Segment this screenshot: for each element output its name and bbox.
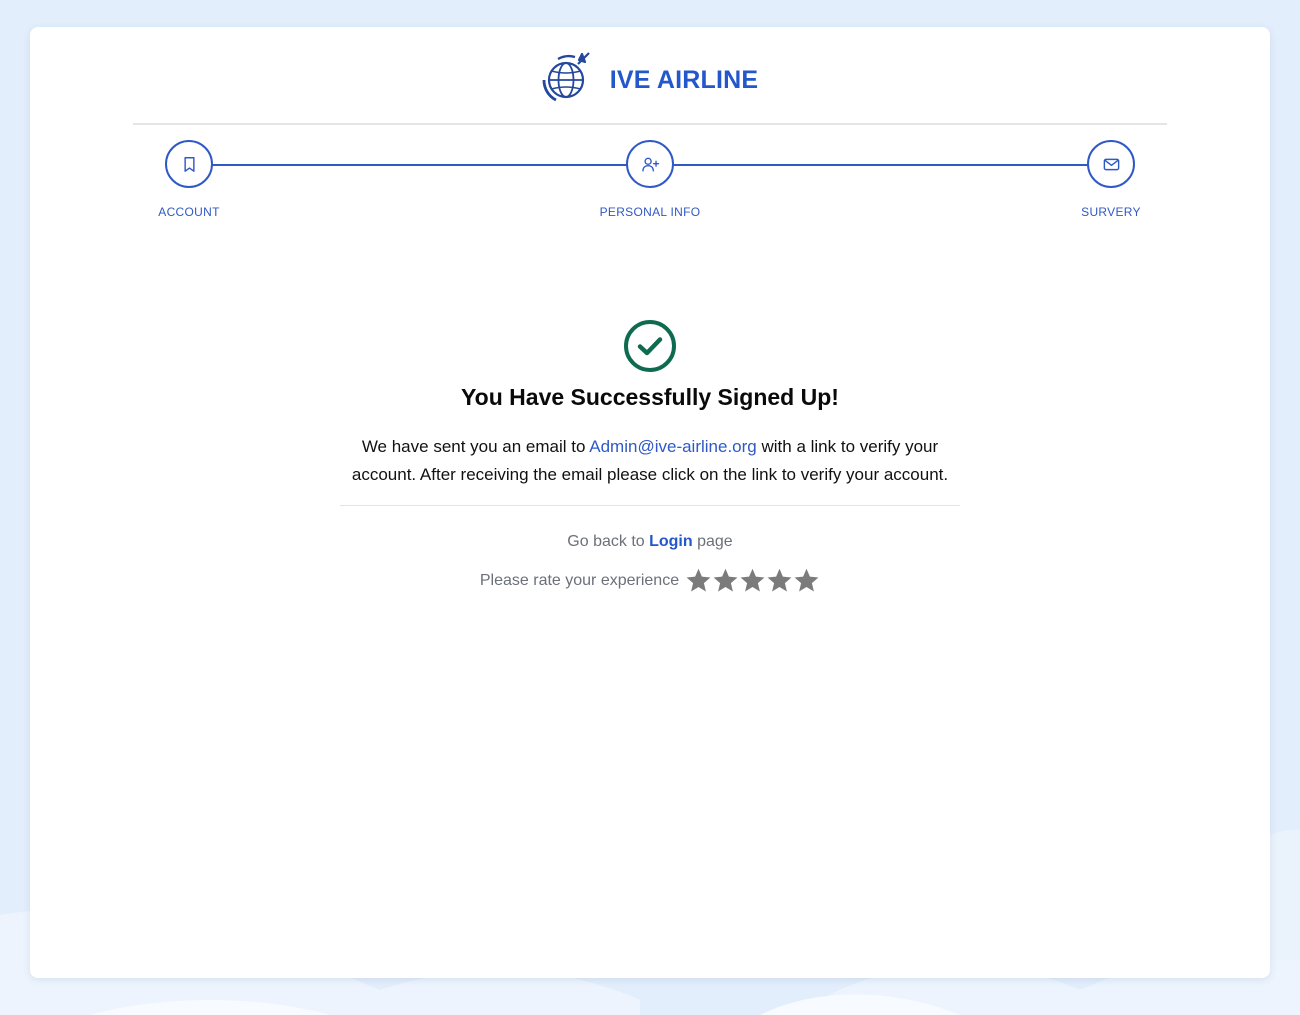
login-link[interactable]: Login [649,533,693,550]
star-icon[interactable] [685,567,712,594]
step-survery-label: SURVERY [1081,205,1141,219]
success-panel: You Have Successfully Signed Up! We have… [340,319,960,594]
star-icon[interactable] [712,567,739,594]
user-plus-icon [641,157,659,172]
login-prefix: Go back to [567,533,645,550]
email-link[interactable]: Admin@ive-airline.org [589,437,757,456]
login-prompt: Go back to Login page [567,533,732,551]
step-account[interactable]: ACCOUNT [109,140,269,219]
globe-with-airplane-icon [542,52,590,102]
step-personal-info[interactable]: PERSONAL INFO [570,140,730,219]
step-account-circle[interactable] [165,140,213,188]
step-survery-circle[interactable] [1087,140,1135,188]
star-icon[interactable] [739,567,766,594]
star-icon[interactable] [766,567,793,594]
step-survery[interactable]: SURVERY [1031,140,1191,219]
step-personal-info-label: PERSONAL INFO [599,205,701,219]
check-circle-icon [624,320,676,372]
verification-message: We have sent you an email to Admin@ive-a… [340,433,960,489]
step-account-label: ACCOUNT [158,205,220,219]
success-title: You Have Successfully Signed Up! [461,384,839,410]
brand-name: IVE AIRLINE [609,65,759,94]
brand-header: IVE AIRLINE [30,49,1270,105]
star-rating [685,567,820,594]
signup-card: IVE AIRLINE ACCOUNT PERSONAL INFO SURVER… [30,27,1270,978]
bookmark-icon [183,156,195,172]
step-personal-info-circle[interactable] [626,140,674,188]
rating-row: Please rate your experience [480,567,820,594]
header-divider [133,123,1167,125]
rating-prompt: Please rate your experience [479,571,680,589]
star-icon[interactable] [793,567,820,594]
content-divider [340,505,960,506]
progress-stepper: ACCOUNT PERSONAL INFO SURVERY [30,140,1270,250]
mail-icon [1103,158,1119,170]
login-suffix: page [697,533,733,550]
message-before: We have sent you an email to [361,437,586,456]
